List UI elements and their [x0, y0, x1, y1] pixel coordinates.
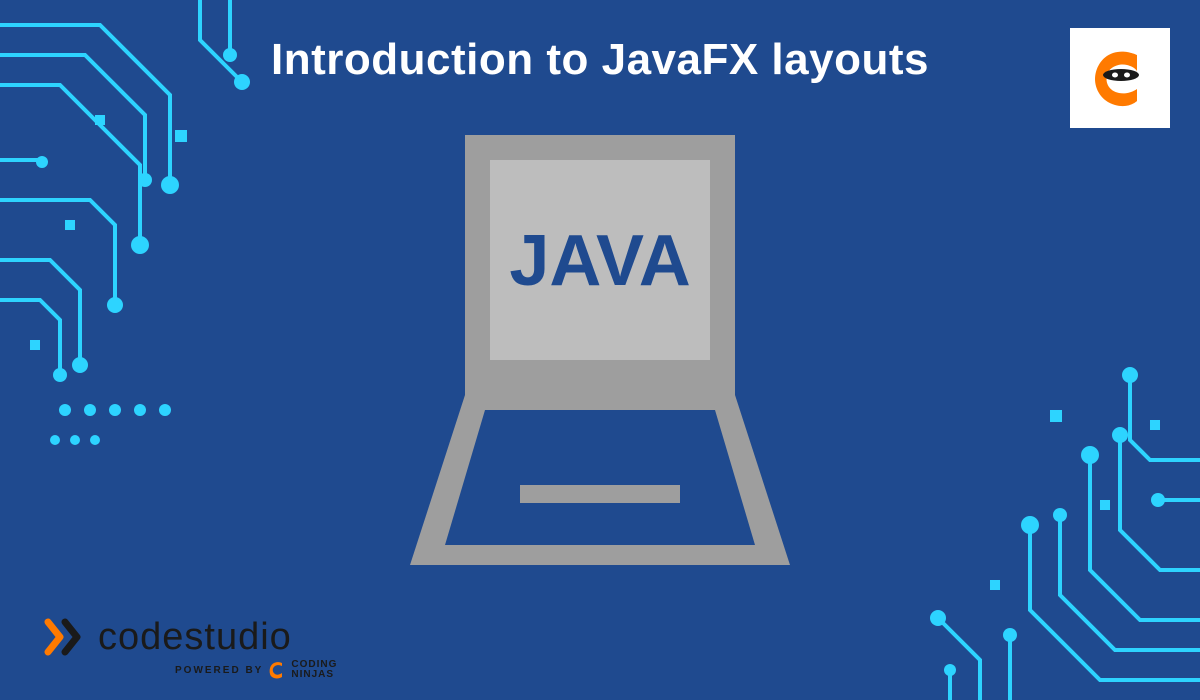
brand-text: codestudio: [98, 616, 292, 659]
ninjas-label: NINJAS: [291, 670, 337, 680]
laptop-illustration: JAVA: [410, 135, 790, 580]
coding-ninjas-logo: [1070, 28, 1170, 128]
ninjas-label-block: CODING NINJAS: [291, 660, 337, 680]
laptop-icon: JAVA: [410, 135, 790, 575]
brand-studio-label: studio: [184, 616, 291, 658]
circuit-decoration-bottom-right: [900, 320, 1200, 700]
powered-by-label: POWERED BY: [175, 665, 263, 676]
ninja-c-icon: [1085, 43, 1155, 113]
brand-subline: POWERED BY CODING NINJAS: [175, 660, 337, 680]
brand-footer: codestudio POWERED BY CODING NINJAS: [40, 612, 337, 680]
brand-main: codestudio: [40, 612, 337, 662]
circuit-decoration-top-left: [0, 0, 260, 460]
brand-code-label: code: [98, 616, 184, 658]
svg-text:JAVA: JAVA: [509, 221, 690, 301]
ninjas-c-icon: [269, 660, 285, 680]
codestudio-chevron-icon: [40, 612, 90, 662]
